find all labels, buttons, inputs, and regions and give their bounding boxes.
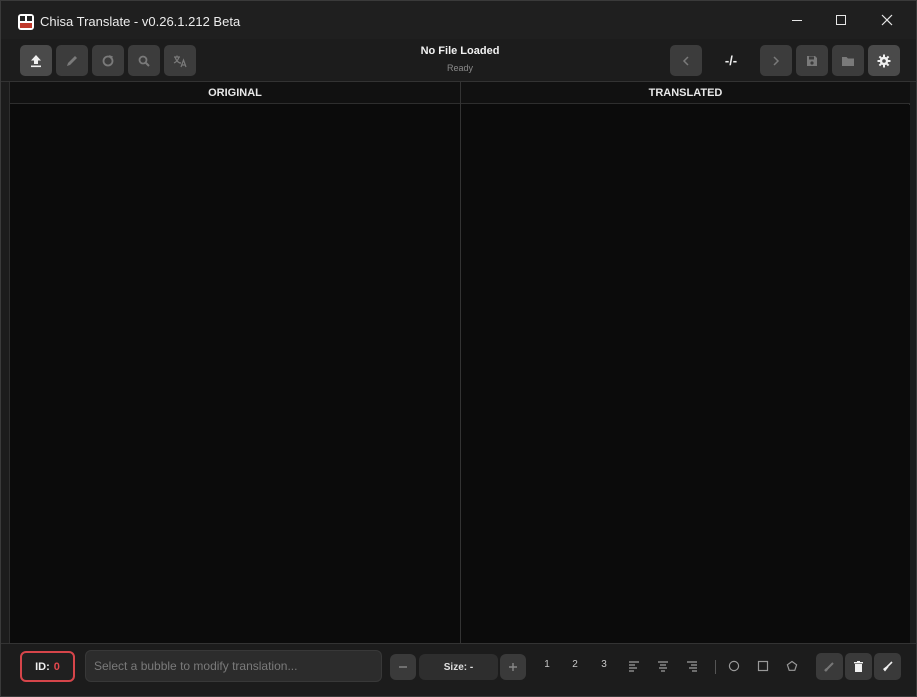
polygon-shape-icon[interactable] <box>786 660 798 672</box>
rectangle-shape-icon[interactable] <box>757 660 769 672</box>
save-button[interactable] <box>796 45 828 76</box>
next-page-button[interactable] <box>760 45 792 76</box>
minimize-button[interactable] <box>774 1 820 39</box>
folder-icon <box>842 56 854 66</box>
maximize-icon <box>836 15 846 25</box>
size-increase-button[interactable] <box>500 654 526 680</box>
chevron-right-icon <box>773 55 780 66</box>
toolbar: No File Loaded Ready -/- <box>1 39 916 82</box>
ellipse-shape-icon[interactable] <box>728 660 740 672</box>
maximize-button[interactable] <box>818 1 864 39</box>
toolbar-separator <box>715 660 716 674</box>
id-value: 0 <box>53 660 60 673</box>
plus-icon <box>509 663 517 671</box>
brush-button[interactable] <box>816 653 843 680</box>
trash-icon <box>854 661 863 672</box>
search-icon <box>138 55 150 67</box>
bubble-id-badge: ID: 0 <box>20 651 75 682</box>
app-window: Chisa Translate - v0.26.1.212 Beta No Fi… <box>0 0 917 697</box>
gear-icon <box>877 54 891 67</box>
size-decrease-button[interactable] <box>390 654 416 680</box>
delete-button[interactable] <box>845 653 872 680</box>
align-center-icon[interactable] <box>657 660 669 672</box>
window-title: Chisa Translate - v0.26.1.212 Beta <box>40 14 241 29</box>
original-canvas[interactable] <box>10 105 460 643</box>
refresh-button[interactable] <box>92 45 124 76</box>
page-counter: -/- <box>724 53 738 68</box>
original-panel-header: ORIGINAL <box>10 82 460 104</box>
app-logo-icon <box>18 14 34 30</box>
translated-canvas[interactable] <box>461 105 910 643</box>
refresh-icon <box>102 54 114 66</box>
upload-button[interactable] <box>20 45 52 76</box>
bottom-bar: ID: 0 Size: - 1 2 3 <box>1 643 916 696</box>
open-folder-button[interactable] <box>832 45 864 76</box>
search-button[interactable] <box>128 45 160 76</box>
preset-2-button[interactable]: 2 <box>567 659 583 670</box>
save-icon <box>807 55 817 66</box>
translate-icon <box>173 55 187 67</box>
preset-3-button[interactable]: 3 <box>596 659 612 670</box>
chevron-left-icon <box>682 55 689 66</box>
title-bar: Chisa Translate - v0.26.1.212 Beta <box>1 1 916 39</box>
preset-1-button[interactable]: 1 <box>539 659 555 670</box>
id-label: ID: <box>35 660 50 673</box>
workspace: ORIGINAL TRANSLATED <box>9 82 910 643</box>
sub-status: Ready <box>446 63 473 73</box>
minimize-icon <box>792 19 802 21</box>
font-size-display: Size: - <box>419 654 498 680</box>
translation-input[interactable] <box>85 650 382 682</box>
file-status: No File Loaded <box>420 45 500 57</box>
edit-button[interactable] <box>56 45 88 76</box>
brush-icon <box>824 662 834 672</box>
close-button[interactable] <box>864 1 910 39</box>
minus-icon <box>399 666 407 668</box>
upload-icon <box>31 54 41 67</box>
align-left-icon[interactable] <box>628 660 640 672</box>
settings-button[interactable] <box>868 45 900 76</box>
clean-button[interactable] <box>874 653 901 680</box>
align-right-icon[interactable] <box>686 660 698 672</box>
translate-button[interactable] <box>164 45 196 76</box>
close-icon <box>881 14 893 26</box>
broom-icon <box>883 661 893 672</box>
translated-panel-header: TRANSLATED <box>461 82 910 104</box>
pencil-icon <box>67 55 77 66</box>
prev-page-button[interactable] <box>670 45 702 76</box>
